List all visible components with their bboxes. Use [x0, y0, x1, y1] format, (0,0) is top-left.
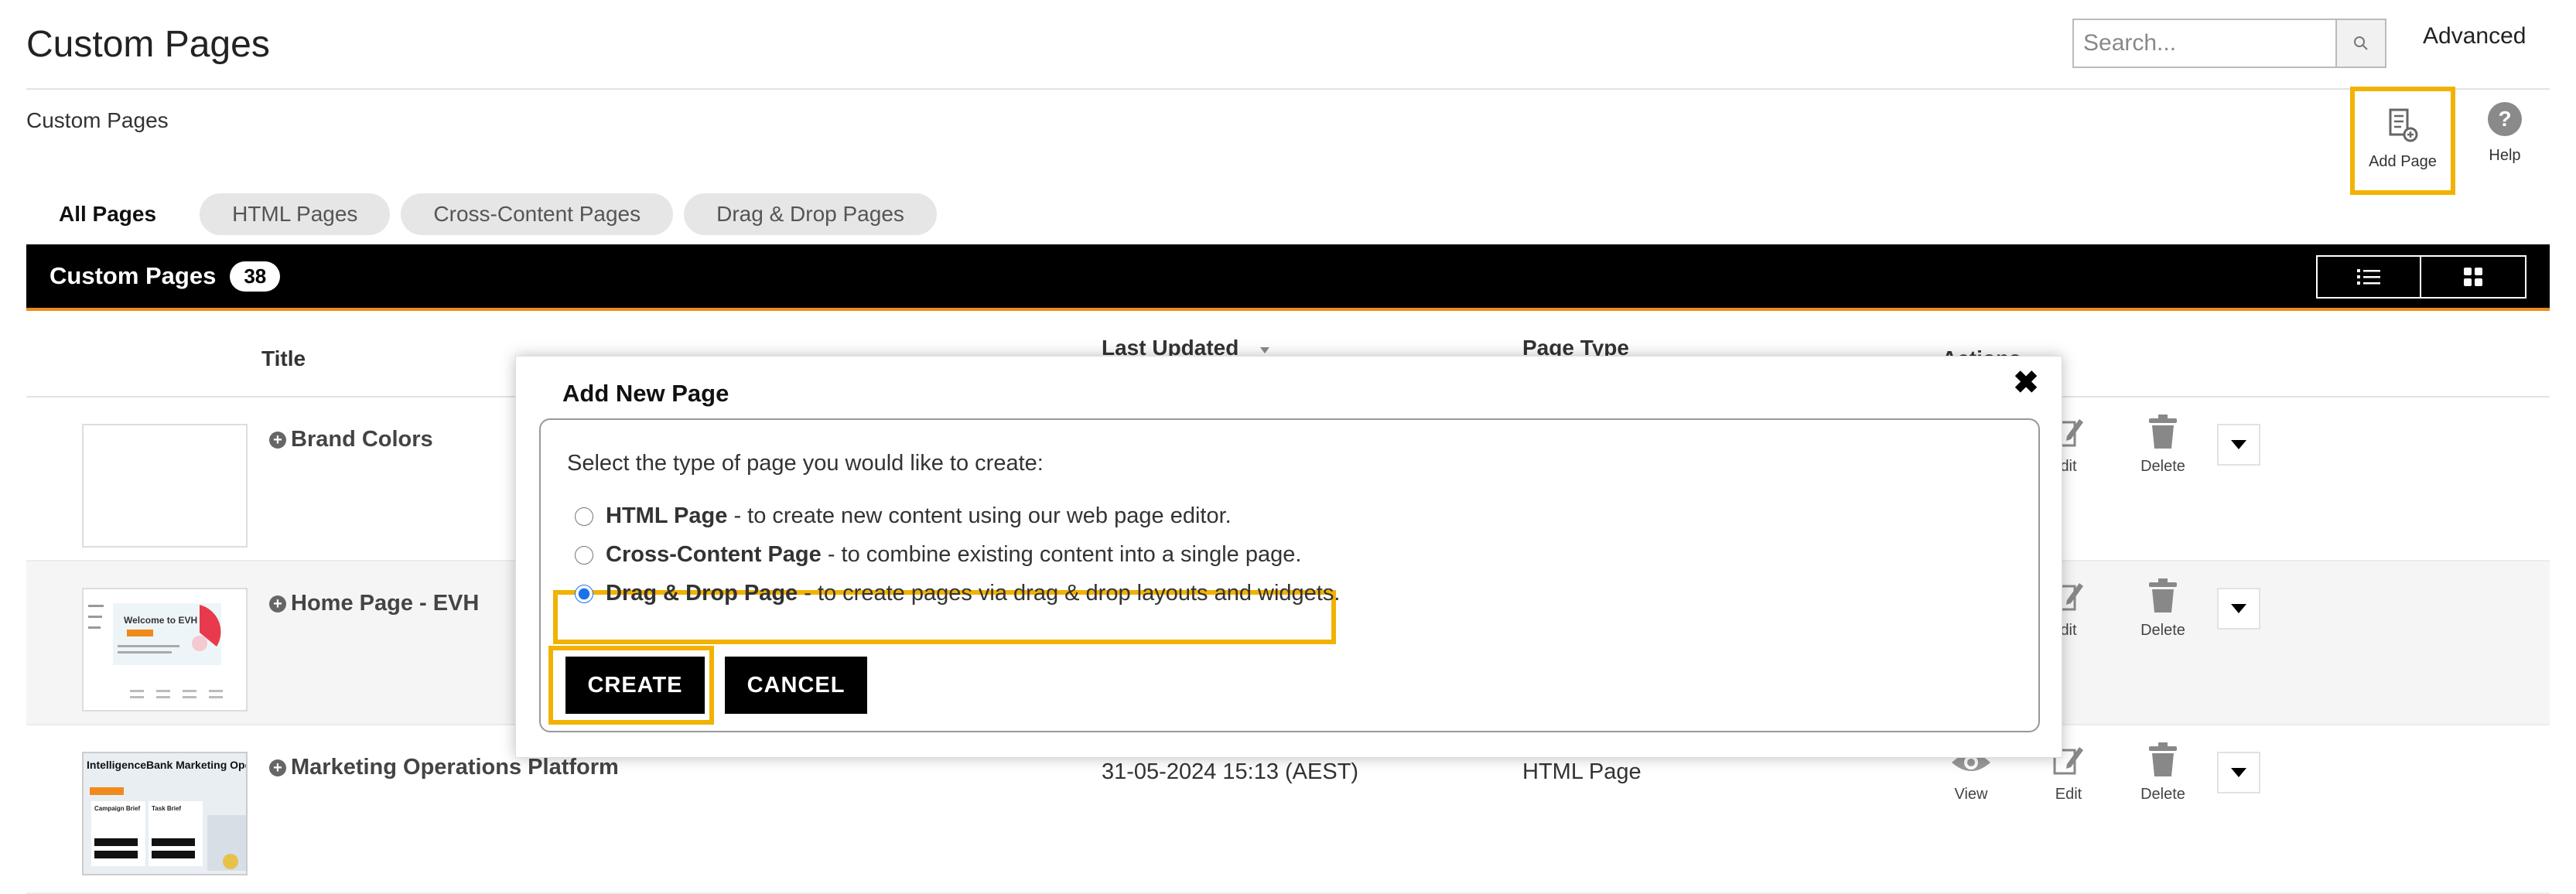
- list-icon: [2357, 269, 2380, 285]
- dialog-title: Add New Page: [562, 380, 729, 407]
- view-toggle: [2316, 255, 2526, 299]
- thumb-mop-col1: Campaign Brief: [94, 805, 140, 812]
- option-html-page-text: HTML Page - to create new content using …: [606, 503, 1232, 529]
- search-box: [2072, 19, 2386, 68]
- option-desc: - to create new content using our web pa…: [727, 503, 1232, 528]
- sort-desc-icon: [1260, 347, 1270, 353]
- delete-label: Delete: [2140, 622, 2185, 639]
- trash-icon: [2149, 415, 2177, 449]
- thumb-evh-heading: Welcome to EVH: [124, 615, 197, 626]
- dialog-prompt: Select the type of page you would like t…: [567, 451, 1044, 476]
- thumbnail[interactable]: Welcome to EVH: [82, 588, 248, 711]
- option-name: Cross-Content Page: [606, 542, 822, 567]
- search-button[interactable]: [2335, 19, 2386, 68]
- trash-icon: [2149, 578, 2177, 612]
- search-icon: [2354, 36, 2368, 50]
- add-new-page-dialog: Add New Page ✖ Select the type of page y…: [515, 356, 2062, 758]
- create-button[interactable]: CREATE: [565, 657, 705, 714]
- caret-down-icon: [2231, 440, 2246, 449]
- option-html-page[interactable]: HTML Page - to create new content using …: [575, 503, 1232, 529]
- add-page-label: Add Page: [2369, 153, 2437, 170]
- help-label: Help: [2489, 147, 2521, 164]
- help-icon: ?: [2488, 102, 2522, 136]
- list-title: Custom Pages: [50, 262, 217, 289]
- delete-label: Delete: [2140, 458, 2185, 475]
- header-divider: [26, 88, 2550, 90]
- row-title[interactable]: + Brand Colors: [269, 427, 433, 452]
- count-badge: 38: [230, 261, 281, 292]
- row-title[interactable]: + Marketing Operations Platform: [269, 755, 619, 780]
- thumb-mop-heading: IntelligenceBank Marketing Operations Pl…: [87, 759, 248, 771]
- edit-label: dit: [2060, 622, 2077, 639]
- expand-icon[interactable]: +: [269, 759, 286, 776]
- radio-html-page[interactable]: [575, 507, 593, 526]
- radio-drag-drop-page[interactable]: [575, 584, 593, 603]
- caret-down-icon: [2231, 768, 2246, 777]
- breadcrumb[interactable]: Custom Pages: [26, 108, 169, 133]
- option-name: Drag & Drop Page: [606, 581, 798, 606]
- advanced-search-link[interactable]: Advanced: [2423, 23, 2526, 49]
- delete-action[interactable]: Delete: [2124, 741, 2202, 804]
- delete-action[interactable]: Delete: [2124, 577, 2202, 640]
- option-drag-drop-page[interactable]: Drag & Drop Page - to create pages via d…: [575, 581, 1340, 606]
- option-cross-content-page-text: Cross-Content Page - to combine existing…: [606, 542, 1301, 568]
- option-drag-drop-page-text: Drag & Drop Page - to create pages via d…: [606, 581, 1340, 606]
- edit-label: dit: [2060, 458, 2077, 475]
- page-preview-image: Welcome to EVH: [84, 589, 246, 710]
- add-page-button[interactable]: Add Page: [2350, 87, 2455, 195]
- expand-icon[interactable]: +: [269, 431, 286, 449]
- add-page-icon: [2389, 108, 2418, 142]
- page-preview-image: IntelligenceBank Marketing Operations Pl…: [84, 753, 248, 874]
- delete-label: Delete: [2140, 786, 2185, 803]
- option-cross-content-page[interactable]: Cross-Content Page - to combine existing…: [575, 542, 1301, 568]
- row-title-text: Brand Colors: [291, 427, 433, 452]
- thumb-mop-col2: Task Brief: [152, 805, 181, 812]
- more-actions-button[interactable]: [2217, 588, 2260, 630]
- svg-text:?: ?: [2498, 107, 2511, 131]
- radio-cross-content-page[interactable]: [575, 545, 593, 565]
- dialog-body: Select the type of page you would like t…: [539, 418, 2040, 732]
- delete-action[interactable]: Delete: [2124, 413, 2202, 476]
- cancel-button[interactable]: CANCEL: [725, 657, 867, 714]
- list-header-bar: Custom Pages 38: [26, 244, 2550, 311]
- column-title[interactable]: Title: [261, 346, 306, 371]
- page-type-cell: HTML Page: [1522, 759, 1642, 784]
- help-button[interactable]: ? Help: [2472, 101, 2537, 165]
- expand-icon[interactable]: +: [269, 595, 286, 612]
- option-desc: - to combine existing content into a sin…: [821, 542, 1302, 567]
- grid-view-button[interactable]: [2421, 255, 2526, 299]
- more-actions-button[interactable]: [2217, 424, 2260, 466]
- thumbnail[interactable]: [82, 424, 248, 548]
- option-name: HTML Page: [606, 503, 728, 528]
- search-input[interactable]: [2072, 19, 2335, 68]
- tab-drag-drop-pages[interactable]: Drag & Drop Pages: [684, 193, 937, 235]
- list-view-button[interactable]: [2316, 255, 2421, 299]
- tab-cross-content-pages[interactable]: Cross-Content Pages: [401, 193, 674, 235]
- trash-icon: [2149, 742, 2177, 776]
- row-title[interactable]: + Home Page - EVH: [269, 591, 479, 616]
- close-icon[interactable]: ✖: [2009, 366, 2043, 400]
- more-actions-button[interactable]: [2217, 752, 2260, 793]
- row-title-text: Home Page - EVH: [291, 591, 480, 616]
- option-desc: - to create pages via drag & drop layout…: [798, 581, 1341, 606]
- tab-html-pages[interactable]: HTML Pages: [200, 193, 391, 235]
- edit-label: Edit: [2055, 786, 2082, 803]
- caret-down-icon: [2231, 604, 2246, 613]
- last-updated-cell: 31-05-2024 15:13 (AEST): [1102, 759, 1359, 784]
- thumbnail[interactable]: IntelligenceBank Marketing Operations Pl…: [82, 752, 248, 875]
- view-label: View: [1954, 786, 1988, 803]
- tab-all-pages[interactable]: All Pages: [26, 193, 189, 235]
- page-type-tabs: All Pages HTML Pages Cross-Content Pages…: [26, 193, 937, 235]
- grid-icon: [2464, 268, 2482, 286]
- page-title: Custom Pages: [26, 24, 270, 65]
- row-title-text: Marketing Operations Platform: [291, 755, 619, 780]
